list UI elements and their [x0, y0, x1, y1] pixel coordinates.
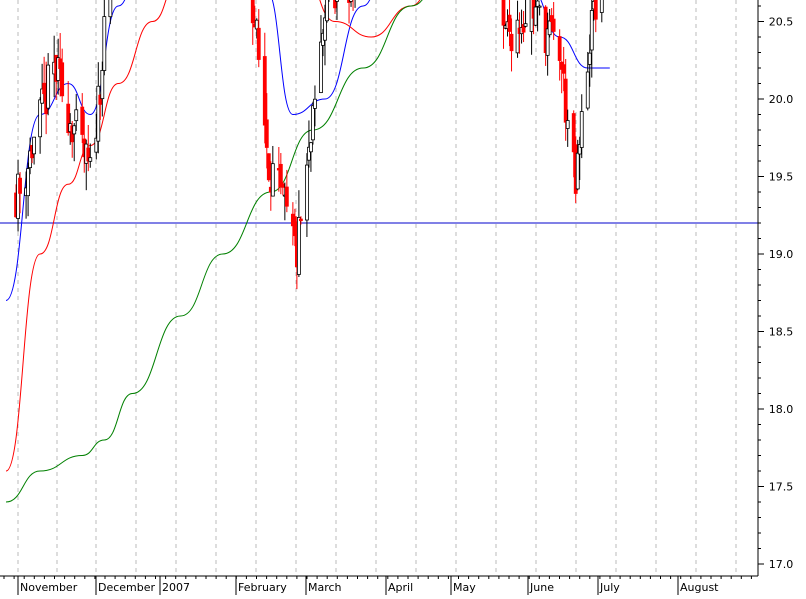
candle-body-97 [284, 186, 289, 207]
candle-body-204 [587, 52, 592, 65]
candle-body-32 [102, 16, 107, 71]
y-tick-label-6: 20.0 [769, 93, 794, 106]
candle-body-195 [561, 64, 566, 74]
candle-body-182 [523, 23, 528, 27]
candle-body-173 [501, 0, 506, 26]
candle-body-86 [254, 19, 259, 30]
horizontal-lines-layer [0, 222, 758, 224]
candle-body-2 [18, 177, 22, 194]
candle-body-190 [547, 20, 552, 36]
x-tick-label-1: December [98, 581, 156, 594]
grid-layer [17, 0, 737, 576]
x-tick-label-7: June [529, 581, 554, 594]
candle-body-106 [311, 105, 315, 141]
candle-body-95 [280, 183, 285, 188]
candle-body-196 [563, 78, 568, 123]
candle-body-21 [72, 125, 77, 135]
candle-body-107 [313, 98, 317, 109]
candle-body-23 [80, 106, 85, 135]
moving-averages-layer [5, 0, 610, 503]
candle-body-177 [509, 33, 514, 52]
candle-body-102 [298, 218, 303, 222]
candle-body-108 [319, 41, 323, 93]
candle-body-192 [551, 18, 556, 32]
x-tick-label-4: March [308, 581, 342, 594]
candle-body-205 [589, 10, 594, 51]
candle-body-187 [537, 5, 542, 8]
x-tick-label-3: February [238, 581, 287, 594]
axes-layer: 17.017.518.018.519.019.520.020.521.021.5… [0, 0, 793, 595]
x-tick-label-9: August [680, 581, 719, 594]
candle-body-33 [108, 0, 113, 18]
candle-body-101 [296, 217, 301, 275]
candle-body-29 [96, 85, 101, 142]
ma-line-ma_long [5, 0, 423, 503]
x-tick-label-5: April [388, 581, 413, 594]
candle-body-8 [38, 99, 43, 138]
candle-body-119 [349, 0, 353, 2]
candle-body-12 [46, 64, 51, 109]
candle-body-17 [60, 62, 65, 97]
y-tick-label-0: 17.0 [769, 558, 794, 571]
candle-body-110 [323, 17, 327, 41]
x-tick-label-2: 2007 [162, 581, 190, 594]
candle-body-89 [264, 119, 269, 148]
candle-body-31 [100, 69, 105, 100]
candle-body-193 [557, 36, 562, 61]
candle-body-197 [565, 120, 570, 129]
candle-body-200 [575, 152, 580, 190]
y-tick-label-7: 20.5 [769, 16, 794, 29]
x-tick-label-6: May [453, 581, 476, 594]
candle-body-4 [26, 168, 30, 197]
candle-body-7 [32, 136, 37, 155]
candle-body-185 [533, 6, 538, 26]
candle-body-105 [309, 142, 313, 153]
candle-body-111 [325, 0, 329, 22]
candle-body-207 [593, 0, 598, 20]
y-tick-label-4: 19.0 [769, 248, 794, 261]
stock-chart: 17.017.518.018.519.019.520.020.521.021.5… [0, 0, 806, 595]
y-tick-label-1: 17.5 [769, 481, 794, 494]
candle-body-22 [74, 109, 79, 122]
candle-body-203 [585, 71, 590, 109]
candlestick-chart-svg: 17.017.518.018.519.019.520.020.521.021.5… [0, 0, 793, 595]
candle-body-90 [266, 153, 271, 181]
candle-body-27 [88, 157, 93, 162]
candle-body-92 [270, 163, 275, 197]
candle-body-94 [278, 163, 283, 188]
candle-body-186 [535, 0, 540, 7]
candle-body-178 [515, 19, 520, 54]
y-tick-label-3: 18.5 [769, 326, 794, 339]
x-tick-label-0: November [20, 581, 78, 594]
candle-body-176 [507, 14, 512, 32]
candle-body-103 [305, 164, 309, 221]
candle-body-114 [335, 0, 339, 2]
y-tick-label-5: 19.5 [769, 171, 794, 184]
candle-body-87 [256, 27, 261, 60]
candles-layer [14, 0, 604, 290]
candle-body-88 [262, 56, 267, 126]
candle-body-202 [579, 111, 584, 148]
x-tick-label-8: July [599, 581, 620, 594]
candle-body-84 [250, 0, 255, 24]
candle-body-208 [599, 0, 604, 13]
y-tick-label-2: 18.0 [769, 403, 794, 416]
